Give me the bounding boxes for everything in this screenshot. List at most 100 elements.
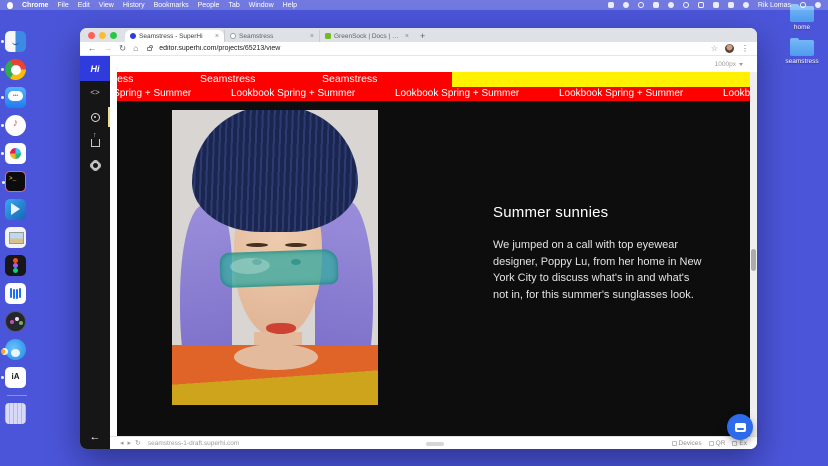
preview-reload-icon[interactable]: ↻ (135, 439, 141, 447)
settings-button[interactable] (80, 153, 110, 177)
tab-strip: Seamstress - SuperHi × Seamstress × Gree… (80, 28, 757, 42)
display-icon[interactable] (698, 2, 704, 8)
article-text: Summer sunnies We jumped on a call with … (493, 204, 723, 303)
meet-icon[interactable] (683, 2, 689, 8)
desktop: Chrome File Edit View History Bookmarks … (0, 0, 828, 466)
menu-tab[interactable]: Tab (228, 2, 239, 9)
menu-edit[interactable]: Edit (78, 2, 90, 9)
tab-title: Seamstress (239, 33, 307, 40)
messages-icon[interactable] (5, 87, 26, 108)
qr-icon (709, 441, 714, 446)
wifi-icon[interactable] (713, 2, 719, 8)
editor-main: 1000px Seamstress Seamstress Seamstress (110, 56, 757, 449)
greensock-favicon (325, 33, 331, 39)
figma-icon[interactable] (5, 255, 26, 276)
yellow-highlight-block (452, 72, 750, 87)
home-icon[interactable]: ⌂ (133, 44, 138, 53)
menu-window[interactable]: Window (249, 2, 274, 9)
menu-file[interactable]: File (57, 2, 68, 9)
preview-app-icon[interactable] (5, 227, 26, 248)
bookmark-star-icon[interactable]: ☆ (711, 44, 718, 53)
screen-mirroring-icon[interactable] (608, 2, 614, 8)
headphones-icon[interactable] (743, 2, 749, 8)
chevron-down-icon[interactable] (739, 63, 743, 66)
address-bar[interactable]: editor.superhi.com/projects/65213/view (159, 45, 704, 52)
status-dot-icon[interactable] (623, 2, 629, 8)
resize-handle[interactable] (426, 442, 444, 446)
browser-toolbar: ← → ↻ ⌂ editor.superhi.com/projects/6521… (80, 42, 757, 56)
close-tab-icon[interactable]: × (310, 33, 314, 40)
trash-icon[interactable] (5, 403, 26, 424)
article-section: Summer sunnies We jumped on a call with … (117, 101, 750, 436)
beanie (192, 110, 358, 232)
lips (266, 323, 296, 334)
twitter-icon[interactable] (5, 339, 26, 360)
scrollbar-thumb[interactable] (751, 249, 756, 271)
finder-icon[interactable] (5, 31, 26, 52)
terminal-icon[interactable] (5, 171, 26, 192)
menu-view[interactable]: View (99, 2, 114, 9)
globe-icon[interactable] (668, 2, 674, 8)
preview-forward-icon[interactable]: ▸ (128, 439, 132, 447)
preview-url[interactable]: seamstress-1-draft.superhi.com (148, 440, 239, 447)
share-button[interactable] (80, 129, 110, 153)
music-icon[interactable] (5, 115, 26, 136)
back-icon[interactable]: ← (88, 44, 97, 53)
volume-icon[interactable] (728, 2, 734, 8)
menu-help[interactable]: Help (283, 2, 297, 9)
site-preview: Seamstress Seamstress Seamstress Lookboo… (117, 72, 750, 436)
chat-bubble[interactable] (727, 414, 753, 440)
desktop-folder-seamstress[interactable]: seamstress (780, 40, 824, 65)
ia-writer-icon[interactable] (5, 367, 26, 388)
menu-chrome[interactable]: Chrome (22, 2, 48, 9)
screen-recorder-icon[interactable] (5, 311, 26, 332)
slack-icon[interactable] (5, 143, 26, 164)
article-heading: Summer sunnies (493, 204, 723, 221)
viewport-size-label[interactable]: 1000px (715, 61, 736, 68)
menu-history[interactable]: History (123, 2, 145, 9)
siri-icon[interactable] (815, 2, 821, 8)
export-button[interactable]: Ex (732, 440, 747, 447)
editor-bottom-bar: ◂ ▸ ↻ seamstress-1-draft.superhi.com Dev… (110, 436, 757, 449)
code-view-button[interactable]: <> (80, 81, 110, 105)
browser-menu-icon[interactable]: ⋮ (741, 44, 749, 53)
search-icon[interactable] (800, 2, 806, 8)
minimize-window-button[interactable] (99, 32, 106, 39)
devices-label: Devices (679, 440, 702, 447)
zoom-window-button[interactable] (110, 32, 117, 39)
qr-button[interactable]: QR (709, 440, 726, 447)
vscode-icon[interactable] (5, 199, 26, 220)
chat-icon (735, 423, 746, 432)
preview-back-icon[interactable]: ◂ (120, 439, 124, 447)
close-tab-icon[interactable]: × (215, 33, 219, 40)
close-tab-icon[interactable]: × (405, 33, 409, 40)
tab-title: GreenSock | Docs | GSAP | g... (334, 33, 402, 40)
share-icon (91, 139, 100, 147)
editor-sidebar: Hi <> ← (80, 56, 110, 449)
preview-scrollbar[interactable] (750, 72, 757, 436)
forward-icon[interactable]: → (104, 44, 113, 53)
close-window-button[interactable] (88, 32, 95, 39)
tab-seamstress-superhi[interactable]: Seamstress - SuperHi × (125, 30, 224, 42)
menu-people[interactable]: People (198, 2, 220, 9)
globe-favicon (230, 33, 236, 39)
menu-bookmarks[interactable]: Bookmarks (154, 2, 189, 9)
eyebrow-left (246, 243, 268, 247)
preview-view-button[interactable] (80, 105, 110, 129)
tab-seamstress[interactable]: Seamstress × (224, 30, 319, 42)
new-tab-button[interactable]: + (414, 31, 431, 42)
superhi-logo[interactable]: Hi (80, 56, 110, 81)
apple-icon[interactable] (7, 2, 13, 9)
editor-back-button[interactable]: ← (80, 431, 110, 443)
reload-icon[interactable]: ↻ (119, 44, 126, 53)
shield-icon[interactable] (653, 2, 659, 8)
tab-greensock[interactable]: GreenSock | Docs | GSAP | g... × (319, 30, 414, 42)
window-controls (80, 32, 125, 43)
intercom-app-icon[interactable] (5, 283, 26, 304)
chrome-icon[interactable] (5, 59, 26, 80)
eyebrow-right (285, 243, 307, 247)
devices-button[interactable]: Devices (672, 440, 702, 447)
clock-icon[interactable] (638, 2, 644, 8)
menubar-username[interactable]: Rik Lomas (758, 2, 791, 9)
profile-avatar[interactable] (725, 44, 734, 53)
